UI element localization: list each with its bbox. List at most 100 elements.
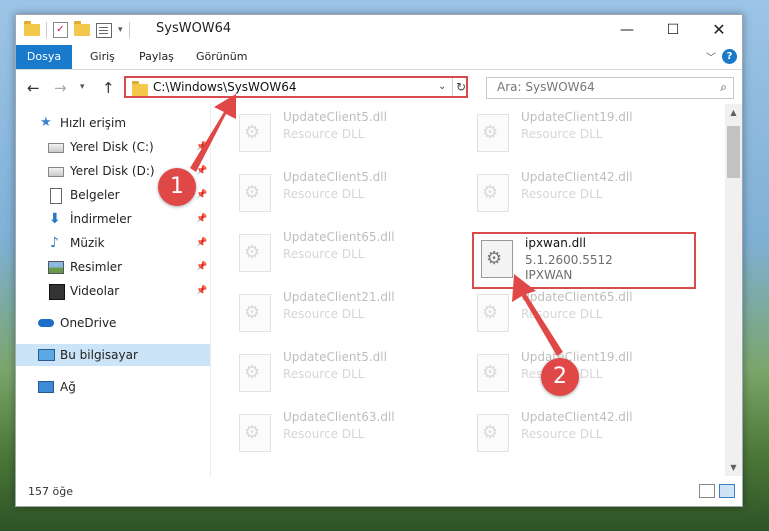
search-box[interactable]: Ara: SysWOW64 ⌕ (486, 77, 734, 99)
ribbon-expand-icon[interactable]: ﹀ (706, 49, 716, 64)
dll-file-icon: ⚙ (477, 414, 509, 452)
dll-file-icon: ⚙ (239, 234, 271, 272)
file-type: Resource DLL (521, 127, 603, 141)
address-path[interactable]: C:\Windows\SysWOW64 (153, 80, 297, 94)
minimize-button[interactable]: — (604, 15, 650, 45)
drive-icon (48, 167, 64, 177)
file-name: UpdateClient65.dll (521, 290, 633, 304)
sidebar-item-label: Ağ (60, 380, 76, 394)
sidebar-item-music[interactable]: ♪ Müzik 📌 (16, 232, 210, 254)
file-item[interactable]: ⚙ UpdateClient65.dll Resource DLL (231, 228, 461, 278)
gear-icon: ⚙ (244, 242, 261, 263)
address-dropdown-icon[interactable]: ⌄ (438, 81, 446, 92)
pin-icon[interactable]: 📌 (196, 256, 207, 278)
recent-locations-dropdown-icon[interactable]: ▾ (80, 82, 85, 92)
dll-file-icon: ⚙ (477, 294, 509, 332)
properties-check-icon[interactable]: ✓ (53, 22, 68, 38)
gear-icon: ⚙ (482, 122, 499, 143)
item-count: 157 öğe (28, 485, 73, 498)
properties-icon[interactable] (96, 22, 112, 38)
window-title: SysWOW64 (156, 21, 232, 36)
forward-button[interactable]: → (54, 79, 67, 97)
videos-icon (49, 284, 65, 300)
sidebar-item-label: Hızlı erişim (60, 116, 127, 130)
sidebar-item-label: Müzik (70, 236, 105, 250)
sidebar-item-label: Yerel Disk (C:) (70, 140, 154, 154)
file-type: Resource DLL (521, 427, 603, 441)
new-folder-icon[interactable] (74, 21, 90, 36)
toolbar-divider (46, 22, 47, 38)
file-list: ⚙ UpdateClient5.dll Resource DLL ⚙ Updat… (211, 104, 725, 476)
pin-icon[interactable]: 📌 (196, 280, 207, 302)
tab-share[interactable]: Paylaş (137, 48, 176, 66)
pin-icon[interactable]: 📌 (196, 184, 207, 206)
tab-view[interactable]: Görünüm (194, 48, 249, 66)
search-placeholder[interactable]: Ara: SysWOW64 (497, 80, 595, 94)
scroll-up-icon[interactable]: ▲ (725, 104, 742, 121)
this-pc-icon (38, 349, 55, 361)
title-bar: ✓ ▾ SysWOW64 — ☐ ✕ (16, 15, 742, 45)
file-item[interactable]: ⚙ UpdateClient42.dll Resource DLL (469, 408, 699, 458)
scroll-thumb[interactable] (727, 126, 740, 178)
file-item[interactable]: ⚙ UpdateClient5.dll Resource DLL (231, 168, 461, 218)
dll-file-icon: ⚙ (239, 114, 271, 152)
gear-icon: ⚙ (244, 422, 261, 443)
up-button[interactable]: ↑ (102, 79, 115, 97)
pin-icon[interactable]: 📌 (196, 232, 207, 254)
pin-icon[interactable]: 📌 (196, 208, 207, 230)
sidebar-item-local-disk-c[interactable]: Yerel Disk (C:) 📌 (16, 136, 210, 158)
quick-access-toolbar: ✓ ▾ (24, 21, 130, 39)
pin-icon[interactable]: 📌 (196, 160, 207, 182)
file-name: UpdateClient19.dll (521, 110, 633, 124)
dll-file-icon: ⚙ (239, 174, 271, 212)
tab-file[interactable]: Dosya (16, 45, 72, 69)
file-item[interactable]: ⚙ UpdateClient19.dll Resource DLL (469, 108, 699, 158)
maximize-button[interactable]: ☐ (650, 15, 696, 45)
file-item[interactable]: ⚙ UpdateClient63.dll Resource DLL (231, 408, 461, 458)
file-item[interactable]: ⚙ UpdateClient5.dll Resource DLL (231, 108, 461, 158)
sidebar-item-pictures[interactable]: Resimler 📌 (16, 256, 210, 278)
tab-home[interactable]: Giriş (88, 48, 117, 66)
navigation-pane: ★ Hızlı erişim Yerel Disk (C:) 📌 Yerel D… (16, 104, 211, 476)
file-name: UpdateClient5.dll (283, 170, 387, 184)
scroll-down-icon[interactable]: ▼ (725, 459, 742, 476)
file-item[interactable]: ⚙ UpdateClient42.dll Resource DLL (469, 168, 699, 218)
sidebar-item-network[interactable]: Ağ (16, 376, 210, 398)
back-button[interactable]: ← (27, 79, 40, 97)
sidebar-item-onedrive[interactable]: OneDrive (16, 312, 210, 334)
sidebar-item-label: Yerel Disk (D:) (70, 164, 155, 178)
file-item[interactable]: ⚙ UpdateClient65.dll Resource DLL (469, 288, 699, 338)
file-name: UpdateClient65.dll (283, 230, 395, 244)
qat-dropdown-icon[interactable]: ▾ (118, 25, 123, 35)
pin-icon[interactable]: 📌 (196, 136, 207, 158)
file-item[interactable]: ⚙ UpdateClient19.dll Resource DLL (469, 348, 699, 398)
sidebar-item-downloads[interactable]: ⬇ İndirmeler 📌 (16, 208, 210, 230)
details-view-icon[interactable] (699, 484, 715, 498)
sidebar-item-this-pc[interactable]: Bu bilgisayar (16, 344, 210, 366)
gear-icon: ⚙ (482, 362, 499, 383)
address-bar[interactable]: C:\Windows\SysWOW64 ⌄ ↻ (124, 76, 468, 98)
refresh-icon[interactable]: ↻ (452, 78, 469, 96)
network-icon (38, 381, 54, 393)
gear-icon: ⚙ (482, 422, 499, 443)
file-type: Resource DLL (283, 367, 365, 381)
file-item[interactable]: ⚙ UpdateClient21.dll Resource DLL (231, 288, 461, 338)
gear-icon: ⚙ (244, 182, 261, 203)
onedrive-cloud-icon (38, 319, 54, 327)
search-icon[interactable]: ⌕ (720, 80, 727, 95)
file-name: UpdateClient42.dll (521, 410, 633, 424)
title-divider (128, 22, 130, 38)
file-item[interactable]: ⚙ UpdateClient5.dll Resource DLL (231, 348, 461, 398)
sidebar-item-label: İndirmeler (70, 212, 132, 226)
pictures-icon (48, 261, 64, 274)
sidebar-item-videos[interactable]: Videolar 📌 (16, 280, 210, 302)
sidebar-item-label: Videolar (70, 284, 120, 298)
vertical-scrollbar[interactable]: ▲ ▼ (725, 104, 742, 476)
large-icons-view-icon[interactable] (719, 484, 735, 498)
help-icon[interactable]: ? (722, 49, 737, 64)
sidebar-item-quick-access[interactable]: ★ Hızlı erişim (16, 112, 210, 134)
file-type: Resource DLL (283, 187, 365, 201)
quick-access-star-icon: ★ (40, 115, 52, 130)
close-button[interactable]: ✕ (696, 15, 742, 45)
gear-icon: ⚙ (244, 122, 261, 143)
